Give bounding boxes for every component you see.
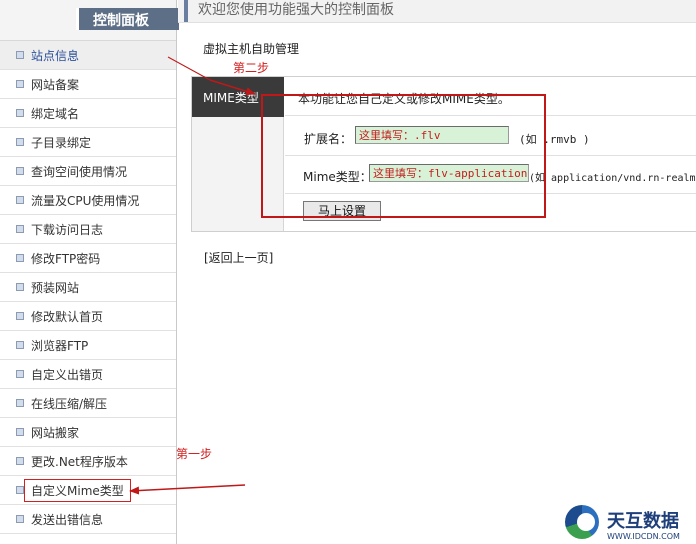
- logo-name: 天互数据: [607, 511, 679, 532]
- annotation-arrows: [129, 56, 256, 495]
- logo-url: WWW.IDCDN.COM: [607, 532, 680, 541]
- logo-globe-icon: [565, 505, 599, 539]
- connector-line: [167, 56, 211, 81]
- step1-arrow-icon: [129, 484, 246, 495]
- brand-logo: 天互数据 WWW.IDCDN.COM: [561, 505, 696, 544]
- step2-arrow-icon: [209, 79, 256, 96]
